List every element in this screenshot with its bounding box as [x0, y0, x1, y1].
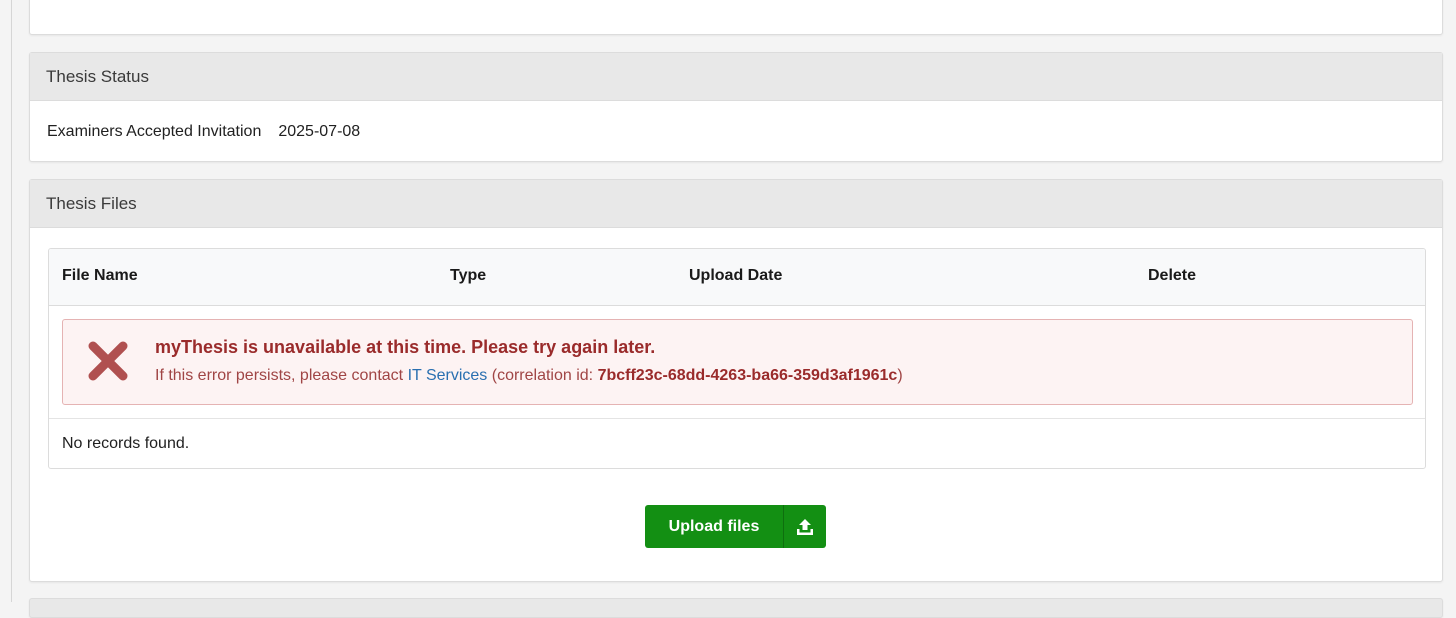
thesis-files-heading: Thesis Files	[30, 180, 1442, 228]
column-file-name[interactable]: File Name	[62, 267, 138, 285]
error-details: If this error persists, please contact I…	[155, 367, 903, 385]
column-upload-date[interactable]: Upload Date	[689, 267, 782, 285]
thesis-files-panel: Thesis Files File Name Type Upload Date …	[29, 179, 1443, 582]
upload-files-label: Upload files	[668, 517, 760, 535]
upload-files-button[interactable]: Upload files	[645, 505, 826, 548]
previous-panel	[29, 0, 1443, 35]
table-divider	[49, 418, 1425, 419]
status-label: Examiners Accepted Invitation	[47, 123, 262, 140]
thesis-status-row: Examiners Accepted Invitation 2025-07-08	[30, 101, 1442, 163]
files-table: File Name Type Upload Date Delete myThes…	[48, 248, 1426, 469]
files-table-header: File Name Type Upload Date Delete	[49, 249, 1425, 306]
next-panel	[29, 598, 1443, 618]
thesis-status-panel: Thesis Status Examiners Accepted Invitat…	[29, 52, 1443, 162]
column-type[interactable]: Type	[450, 267, 486, 285]
error-title: myThesis is unavailable at this time. Pl…	[155, 337, 656, 357]
correlation-id-suffix: )	[897, 367, 903, 384]
page-left-border	[11, 0, 12, 602]
thesis-status-heading: Thesis Status	[30, 53, 1442, 101]
close-x-icon	[88, 341, 128, 381]
column-delete: Delete	[1148, 267, 1197, 284]
error-alert: myThesis is unavailable at this time. Pl…	[62, 319, 1413, 405]
correlation-id-prefix: (correlation id:	[491, 367, 594, 384]
no-records-message: No records found.	[62, 435, 190, 452]
correlation-id: 7bcff23c-68dd-4263-ba66-359d3af1961c	[597, 367, 898, 384]
status-date: 2025-07-08	[278, 123, 361, 140]
it-services-link[interactable]: IT Services	[408, 367, 488, 384]
error-contact-text: If this error persists, please contact	[155, 367, 404, 384]
upload-icon	[784, 517, 826, 537]
